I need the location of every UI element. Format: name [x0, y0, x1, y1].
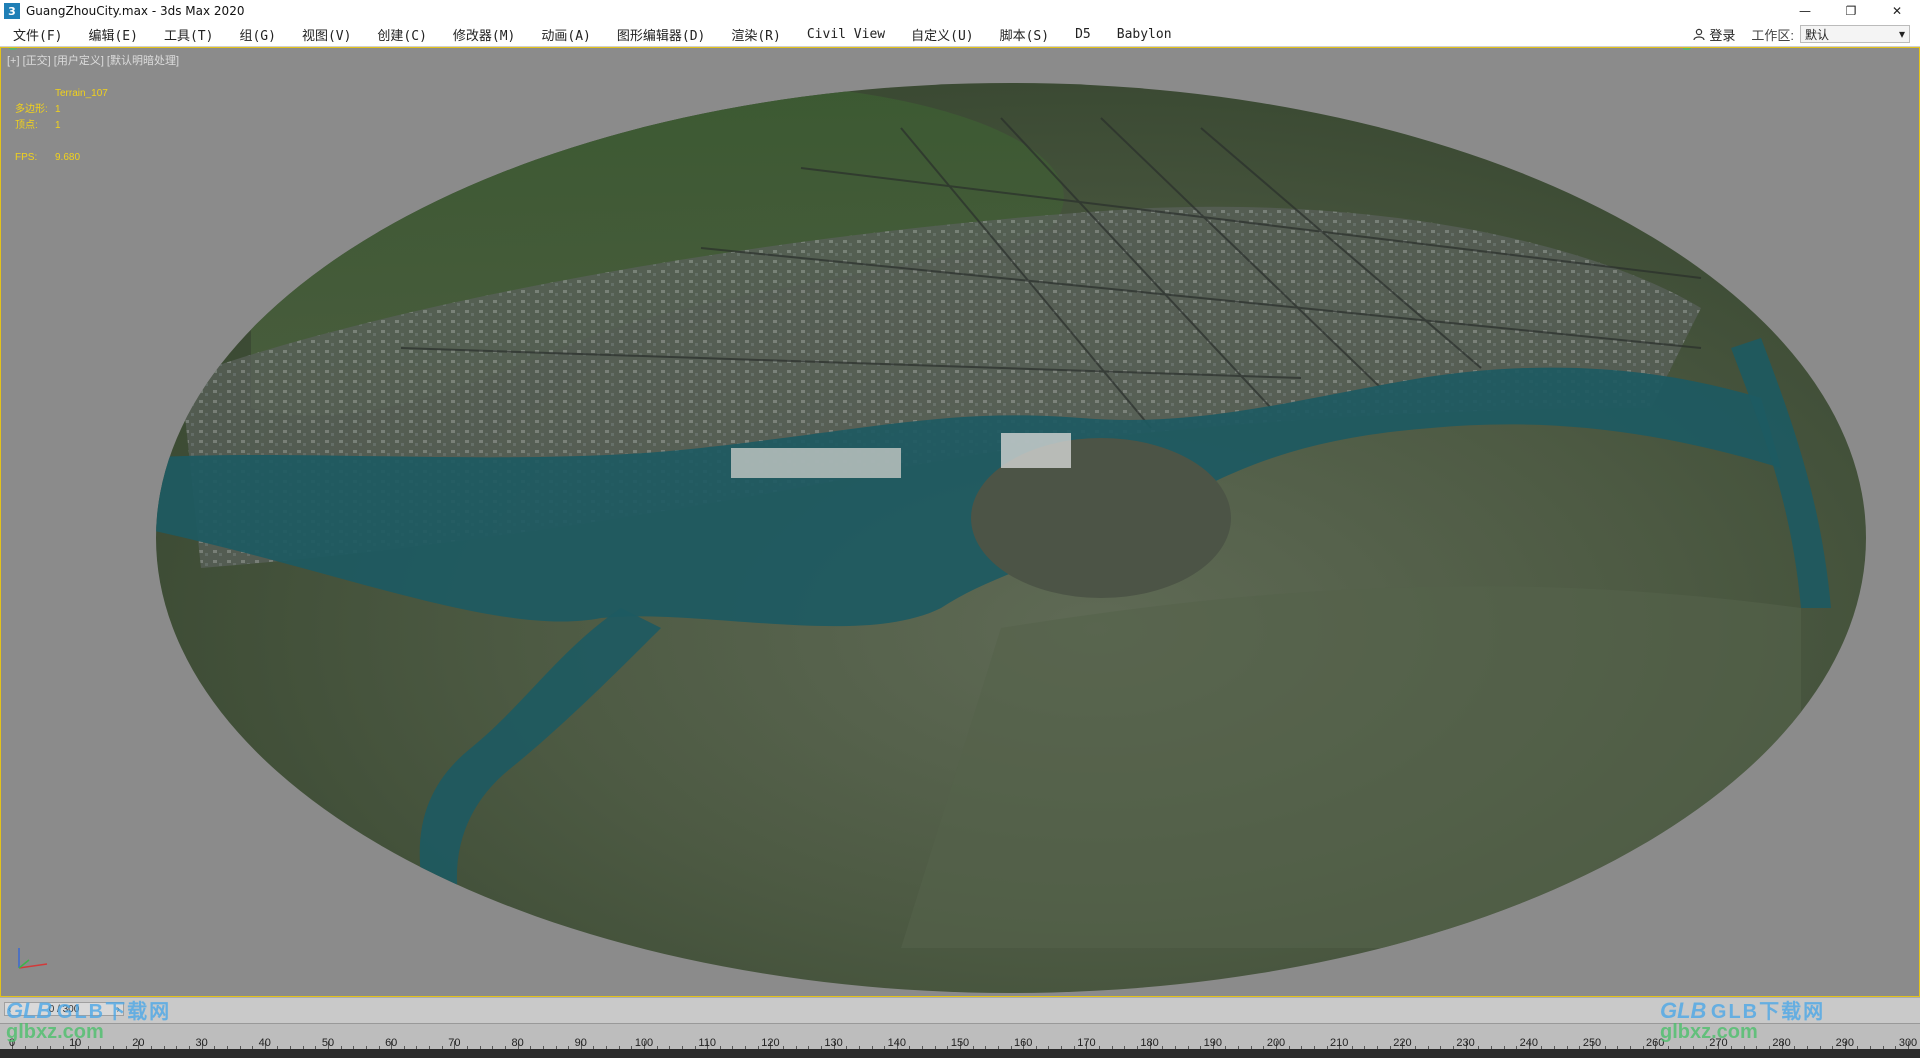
ruler-label: 230 [1456, 1037, 1475, 1049]
chevron-down-icon: ▾ [1898, 27, 1905, 41]
menu-file[interactable]: 文件(F) [0, 25, 75, 44]
stat-value: 1 [55, 120, 61, 131]
ruler-label: 30 [195, 1037, 208, 1049]
workspace-label: 工作区: [1751, 27, 1794, 43]
ruler-label: 290 [1835, 1037, 1854, 1049]
menu-babylon[interactable]: Babylon [1104, 27, 1185, 42]
workspace-dropdown[interactable]: 默认 ▾ [1800, 25, 1910, 43]
stat-row: 顶点: 1 [15, 118, 108, 134]
watermark-logo: GLB [6, 998, 53, 1023]
menu-modifiers[interactable]: 修改器(M) [440, 25, 528, 44]
watermark-url: glbxz.com [1660, 1021, 1758, 1043]
menu-d5[interactable]: D5 [1062, 27, 1104, 42]
stat-row: 多边形: 1 [15, 102, 108, 118]
ruler-label: 110 [698, 1037, 716, 1049]
ruler-label: 140 [887, 1037, 906, 1049]
menu-edit[interactable]: 编辑(E) [75, 25, 150, 44]
menu-create[interactable]: 创建(C) [364, 25, 439, 44]
ruler-label: 130 [824, 1037, 843, 1049]
ruler-label: 150 [950, 1037, 970, 1049]
ruler-label: 120 [761, 1037, 780, 1049]
watermark: GLB GLB下载网 glbxz.com [1660, 998, 1826, 1043]
time-slider-bar: ‹ 0 / 300 › [0, 997, 1920, 1024]
menu-views[interactable]: 视图(V) [289, 25, 364, 44]
watermark-url: glbxz.com [6, 1021, 104, 1043]
scene-statistics: Terrain_107 多边形: 1 顶点: 1 FPS: 9.680 [15, 86, 108, 166]
watermark: GLB GLB下载网 glbxz.com [1681, 48, 1846, 50]
watermark: GLB GLB下载网 glbxz.com [7, 48, 172, 50]
login-label: 登录 [1709, 27, 1736, 43]
menu-tools[interactable]: 工具(T) [151, 25, 226, 44]
ruler-label: 70 [448, 1037, 461, 1049]
ruler-label: 160 [1014, 1037, 1033, 1049]
watermark-url: glbxz.com [7, 48, 172, 50]
stat-key: 顶点: [15, 120, 38, 131]
watermark-url: glbxz.com [1681, 48, 1846, 50]
status-bar [0, 1049, 1920, 1058]
stat-value: 1 [55, 104, 61, 115]
downtown-block [1001, 433, 1071, 468]
perspective-viewport[interactable]: [+] [正交] [用户定义] [默认明暗处理] Terrain_107 多边形… [0, 47, 1920, 997]
ruler-label: 220 [1393, 1037, 1412, 1049]
window-controls: — ❐ ✕ [1782, 0, 1920, 22]
ruler-label: 250 [1582, 1037, 1602, 1049]
selected-object-name: Terrain_107 [55, 88, 108, 99]
ruler-label: 210 [1330, 1037, 1349, 1049]
workspace-value: 默认 [1805, 27, 1830, 42]
ruler-label: 190 [1203, 1037, 1222, 1049]
downtown-block [731, 448, 901, 478]
ruler-label: 170 [1077, 1037, 1096, 1049]
watermark-text: GLB下载网 [1710, 1001, 1826, 1023]
track-bar[interactable]: 0 10 20 30 40 50 60 70 80 90 100 110 120 130 140 150 160… [0, 1023, 1920, 1050]
ruler-label: 80 [511, 1037, 524, 1049]
axis-gizmo-icon [18, 948, 48, 969]
viewport-label[interactable]: [+] [正交] [用户定义] [默认明暗处理] [7, 52, 179, 68]
ruler-label: 200 [1266, 1037, 1286, 1049]
ruler-label: 50 [321, 1037, 335, 1049]
stat-key: 多边形: [15, 104, 48, 115]
ruler-label: 300 [1898, 1037, 1918, 1049]
close-button[interactable]: ✕ [1874, 0, 1920, 22]
menu-scripting[interactable]: 脚本(S) [987, 25, 1062, 44]
farmland [901, 586, 1801, 948]
ruler-label: 60 [385, 1037, 398, 1049]
ruler-label: 240 [1519, 1037, 1538, 1049]
watermark: GLB GLB下载网 glbxz.com [6, 998, 172, 1043]
stat-key: FPS: [15, 152, 38, 163]
title-bar: 3 GuangZhouCity.max - 3ds Max 2020 — ❐ ✕ [0, 0, 1920, 23]
watermark-logo: GLB [1660, 998, 1707, 1023]
ruler-label: 100 [634, 1037, 654, 1049]
ruler-label: 90 [574, 1037, 587, 1049]
user-icon [1693, 28, 1705, 40]
ruler-label: 40 [258, 1037, 271, 1049]
terrain-scene[interactable] [1, 48, 1919, 996]
menu-graph-editors[interactable]: 图形编辑器(D) [604, 25, 718, 44]
stat-row: FPS: 9.680 [15, 150, 108, 166]
stat-value: 9.680 [55, 152, 81, 163]
menu-rendering[interactable]: 渲染(R) [718, 25, 793, 44]
window-title: GuangZhouCity.max - 3ds Max 2020 [26, 4, 245, 18]
minimize-button[interactable]: — [1782, 0, 1828, 22]
menu-customize[interactable]: 自定义(U) [898, 25, 986, 44]
ruler-label: 180 [1140, 1037, 1159, 1049]
menu-bar: 文件(F) 编辑(E) 工具(T) 组(G) 视图(V) 创建(C) 修改器(M… [0, 22, 1920, 47]
menu-group[interactable]: 组(G) [226, 25, 288, 44]
restore-button[interactable]: ❐ [1828, 0, 1874, 22]
watermark-text: GLB下载网 [56, 1001, 172, 1023]
menu-animation[interactable]: 动画(A) [528, 25, 603, 44]
menu-civil-view[interactable]: Civil View [794, 27, 898, 42]
app-icon[interactable]: 3 [4, 3, 20, 19]
login-button[interactable]: 登录 [1683, 25, 1745, 44]
